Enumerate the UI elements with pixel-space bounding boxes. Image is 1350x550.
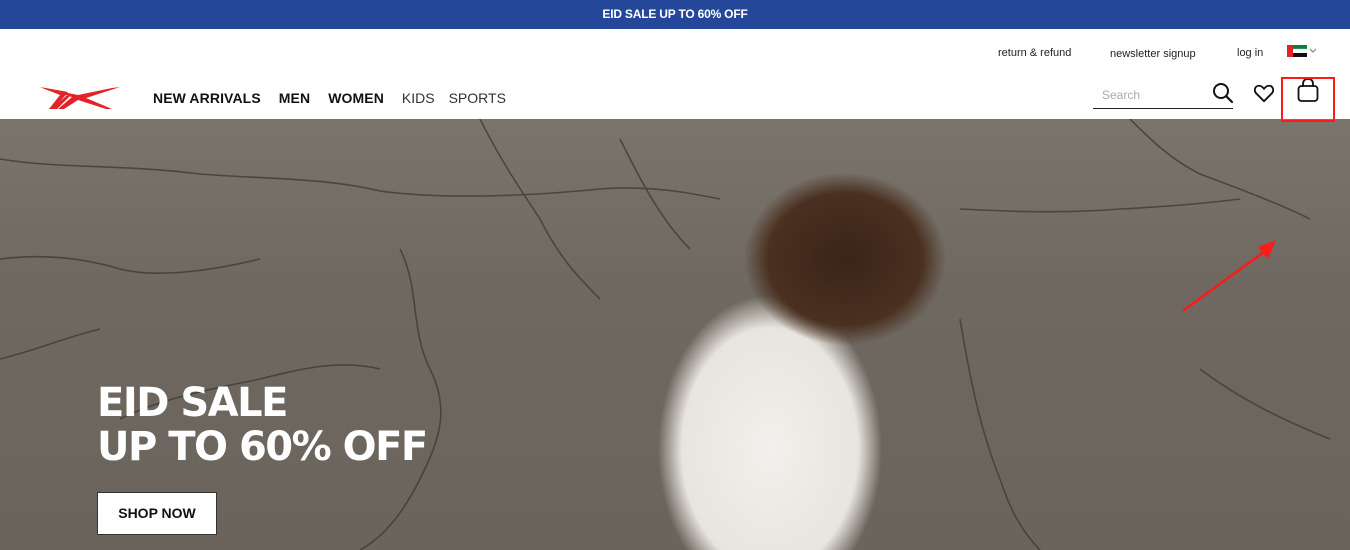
- heart-icon[interactable]: [1253, 83, 1275, 103]
- chevron-down-icon[interactable]: [1309, 48, 1317, 54]
- nav-kids[interactable]: KIDS: [402, 90, 435, 106]
- hero-background-image: [0, 119, 1331, 550]
- hero-title-line1: EID SALE: [97, 380, 288, 426]
- login-link[interactable]: log in: [1237, 47, 1263, 59]
- main-nav: NEW ARRIVALS MEN WOMEN KIDS SPORTS: [153, 90, 520, 106]
- shop-now-button[interactable]: SHOP NOW: [97, 492, 217, 535]
- nav-women[interactable]: WOMEN: [328, 90, 384, 106]
- reebok-logo[interactable]: [40, 86, 120, 110]
- uae-flag-icon[interactable]: [1287, 45, 1307, 57]
- nav-men[interactable]: MEN: [279, 90, 310, 106]
- hero-title-line2: UP TO 60% OFF: [97, 424, 428, 470]
- search-input[interactable]: [1093, 83, 1203, 107]
- promo-banner-text: EID SALE UP TO 60% OFF: [602, 7, 748, 21]
- promo-banner[interactable]: EID SALE UP TO 60% OFF: [0, 0, 1350, 29]
- nav-sports[interactable]: SPORTS: [449, 90, 506, 106]
- search-icon[interactable]: [1211, 81, 1235, 105]
- annotation-highlight-box: [1281, 77, 1335, 122]
- newsletter-signup-link[interactable]: newsletter signup: [1110, 48, 1196, 60]
- return-refund-link[interactable]: return & refund: [998, 47, 1071, 59]
- site-header: return & refund newsletter signup log in…: [0, 29, 1350, 119]
- hero-banner[interactable]: EID SALE UP TO 60% OFF SHOP NOW: [0, 119, 1350, 550]
- annotation-arrow: [1182, 240, 1276, 312]
- nav-new-arrivals[interactable]: NEW ARRIVALS: [153, 90, 261, 106]
- hero-title: EID SALE UP TO 60% OFF: [97, 380, 428, 470]
